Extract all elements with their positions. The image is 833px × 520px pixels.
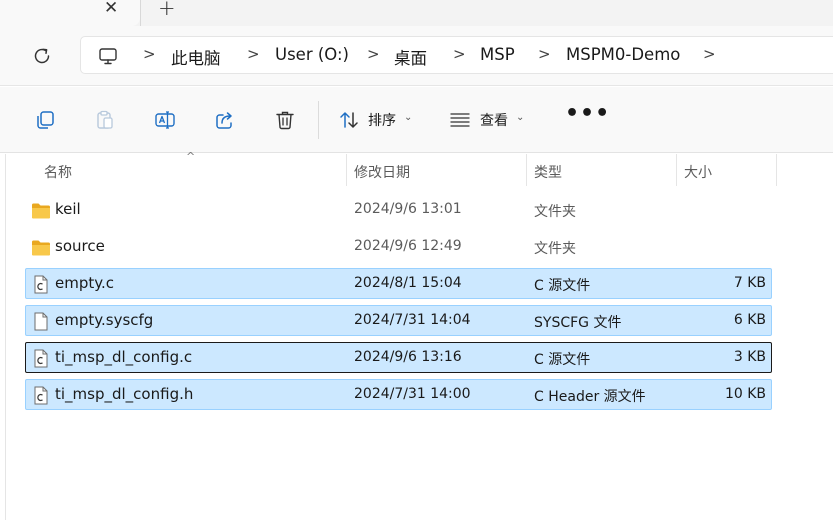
- share-icon[interactable]: [214, 109, 236, 131]
- file-row-selected[interactable]: empty.syscfg 2024/7/31 14:04 SYSCFG 文件 6…: [25, 305, 772, 336]
- folder-icon: [32, 240, 50, 256]
- file-modified: 2024/9/6 13:01: [354, 201, 462, 217]
- file-name: empty.c: [55, 274, 114, 292]
- breadcrumb-separator[interactable]: >: [247, 45, 260, 63]
- file-size: 7 KB: [733, 275, 766, 291]
- breadcrumb-item-desktop[interactable]: 桌面: [394, 45, 427, 69]
- file-modified: 2024/7/31 14:00: [354, 386, 471, 402]
- file-modified: 2024/9/6 13:16: [354, 349, 462, 365]
- file-size: 3 KB: [733, 349, 766, 365]
- sort-ascending-icon: ^: [186, 150, 196, 163]
- file-list: ^ 名称 修改日期 类型 大小 keil 2024/9/6 13:01 文件夹 …: [0, 150, 833, 520]
- file-size: 10 KB: [724, 386, 766, 402]
- chevron-down-icon: ⌄: [404, 112, 413, 123]
- file-row[interactable]: source 2024/9/6 12:49 文件夹: [25, 231, 772, 262]
- file-type: C 源文件: [534, 352, 591, 368]
- breadcrumb-item-this-pc[interactable]: 此电脑: [171, 45, 221, 69]
- more-options-icon[interactable]: •••: [565, 101, 610, 126]
- navigation-bar: > 此电脑 > User (O:) > 桌面 > MSP > MSPM0-Dem…: [0, 26, 833, 86]
- column-resize-handle[interactable]: [676, 154, 677, 186]
- this-pc-icon[interactable]: [98, 46, 118, 66]
- file-type: 文件夹: [534, 204, 576, 220]
- copy-icon[interactable]: [34, 109, 56, 131]
- blank-file-icon: [34, 312, 48, 331]
- column-header-size[interactable]: 大小: [684, 162, 712, 182]
- breadcrumb-item-mspm0-demo[interactable]: MSPM0-Demo: [566, 45, 680, 64]
- address-bar[interactable]: > 此电脑 > User (O:) > 桌面 > MSP > MSPM0-Dem…: [80, 36, 833, 74]
- file-name: empty.syscfg: [55, 311, 154, 329]
- c-file-icon: [34, 386, 48, 405]
- file-modified: 2024/8/1 15:04: [354, 275, 462, 291]
- file-modified: 2024/7/31 14:04: [354, 312, 471, 328]
- chevron-down-icon: ⌄: [516, 112, 525, 123]
- tab-strip: ✕ +: [0, 0, 833, 26]
- view-label: 查看: [480, 113, 508, 129]
- file-modified: 2024/9/6 12:49: [354, 238, 462, 254]
- column-header-row: ^ 名称 修改日期 类型 大小: [0, 150, 833, 186]
- file-type: C 源文件: [534, 278, 591, 294]
- file-type: 文件夹: [534, 241, 576, 257]
- refresh-icon[interactable]: [30, 44, 54, 68]
- file-row[interactable]: keil 2024/9/6 13:01 文件夹: [25, 194, 772, 225]
- file-name: ti_msp_dl_config.c: [55, 348, 193, 366]
- file-type: SYSCFG 文件: [534, 315, 622, 331]
- column-resize-handle[interactable]: [526, 154, 527, 186]
- breadcrumb-item-user-drive[interactable]: User (O:): [275, 45, 349, 64]
- file-type: C Header 源文件: [534, 389, 646, 405]
- folder-icon: [32, 203, 50, 219]
- file-row-selected[interactable]: ti_msp_dl_config.h 2024/7/31 14:00 C Hea…: [25, 379, 772, 410]
- command-bar: 排序 ⌄ 查看 ⌄ •••: [0, 87, 833, 153]
- tab-divider: [140, 0, 141, 26]
- breadcrumb-separator[interactable]: >: [538, 45, 551, 63]
- pane-divider: [5, 154, 6, 520]
- file-row-focused[interactable]: ti_msp_dl_config.c 2024/9/6 13:16 C 源文件 …: [25, 342, 772, 373]
- column-header-modified[interactable]: 修改日期: [354, 162, 410, 182]
- sort-icon: [340, 112, 358, 128]
- breadcrumb-separator[interactable]: >: [143, 45, 156, 63]
- close-tab-icon[interactable]: ✕: [104, 0, 118, 18]
- active-tab[interactable]: ✕: [0, 0, 140, 26]
- rename-icon[interactable]: [154, 109, 176, 131]
- breadcrumb-separator[interactable]: >: [453, 45, 466, 63]
- file-name: ti_msp_dl_config.h: [55, 385, 194, 403]
- file-name: keil: [55, 200, 81, 218]
- toolbar-separator: [318, 101, 319, 139]
- view-icon: [450, 113, 470, 127]
- column-resize-handle[interactable]: [346, 154, 347, 186]
- column-header-name[interactable]: 名称: [44, 162, 72, 182]
- file-size: 6 KB: [733, 312, 766, 328]
- breadcrumb-expand[interactable]: >: [703, 45, 716, 63]
- breadcrumb-separator[interactable]: >: [367, 45, 380, 63]
- file-row-selected[interactable]: empty.c 2024/8/1 15:04 C 源文件 7 KB: [25, 268, 772, 299]
- c-file-icon: [34, 275, 48, 294]
- breadcrumb-item-msp[interactable]: MSP: [480, 45, 515, 64]
- c-file-icon: [34, 349, 48, 368]
- sort-label: 排序: [368, 113, 396, 129]
- new-tab-icon[interactable]: +: [158, 0, 176, 20]
- delete-icon[interactable]: [274, 109, 296, 131]
- paste-icon[interactable]: [94, 109, 116, 131]
- file-name: source: [55, 237, 105, 255]
- column-resize-handle[interactable]: [776, 154, 777, 186]
- column-header-type[interactable]: 类型: [534, 162, 562, 182]
